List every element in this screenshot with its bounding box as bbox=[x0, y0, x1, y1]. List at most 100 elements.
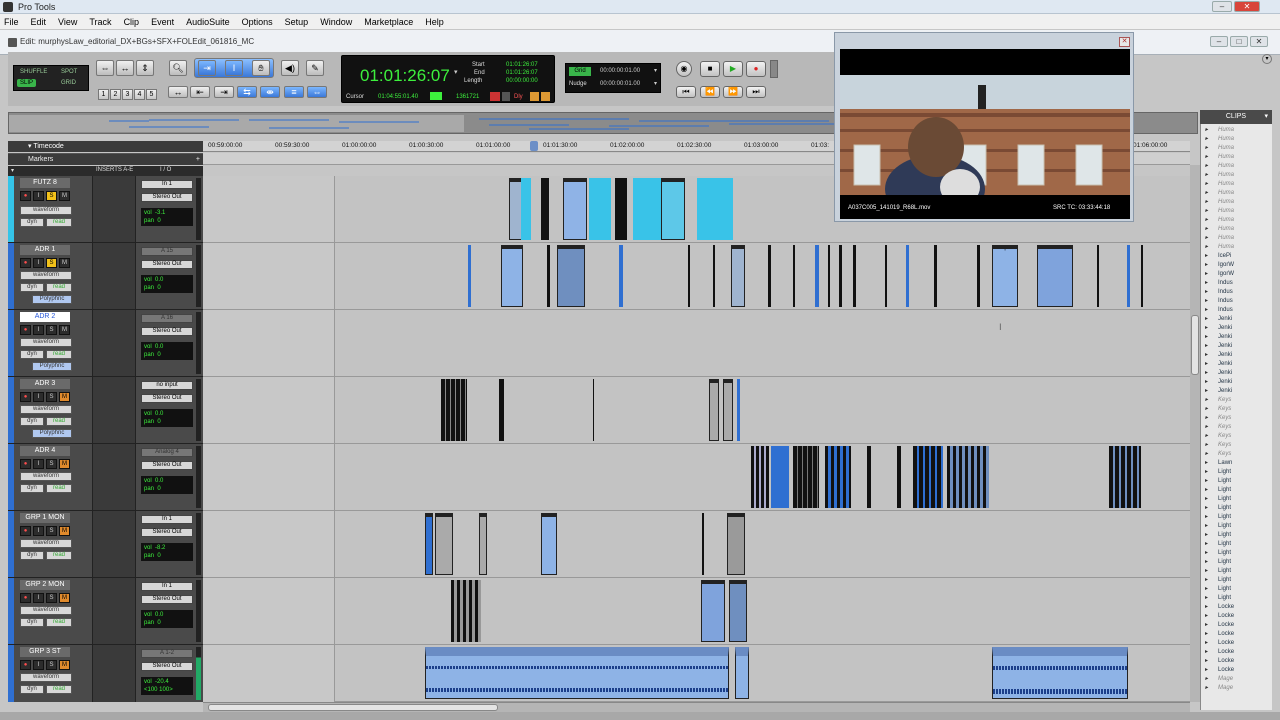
clip-list-item[interactable]: ▸ Locke bbox=[1205, 612, 1234, 619]
input-selector[interactable]: A 15 bbox=[141, 247, 193, 256]
expand-triangle-icon[interactable]: ▸ bbox=[1205, 658, 1208, 664]
clip-list-item[interactable]: ▸ Light bbox=[1205, 576, 1231, 583]
keyboard-focus-icon[interactable]: ≡ bbox=[284, 86, 304, 98]
lane-adr-1[interactable]: Murp bbox=[203, 243, 1190, 310]
expand-triangle-icon[interactable]: ▸ bbox=[1205, 352, 1208, 358]
clip-list-item[interactable]: ▸ Light bbox=[1205, 522, 1231, 529]
link-track-selection-icon[interactable]: ⇆ bbox=[237, 86, 257, 98]
mute-button[interactable]: M bbox=[59, 593, 70, 603]
output-selector[interactable]: Stereo Out bbox=[141, 461, 193, 470]
record-enable-button[interactable]: ● bbox=[20, 593, 31, 603]
zoom-preset-4[interactable]: 4 bbox=[134, 89, 145, 100]
record-enable-button[interactable]: ● bbox=[20, 258, 31, 268]
expand-triangle-icon[interactable]: ▸ bbox=[1205, 442, 1208, 448]
track-name[interactable]: ADR 2 bbox=[20, 312, 70, 322]
audio-clip[interactable] bbox=[977, 245, 980, 307]
output-selector[interactable]: Stereo Out bbox=[141, 260, 193, 269]
expand-triangle-icon[interactable]: ▸ bbox=[1205, 181, 1208, 187]
track-view-selector[interactable]: waveform bbox=[20, 206, 72, 215]
clip-list-item[interactable]: ▸ Locke bbox=[1205, 603, 1234, 610]
audio-clip[interactable]: Cr bbox=[735, 647, 749, 699]
audio-clip[interactable] bbox=[751, 446, 769, 508]
clip-list-item[interactable]: ▸ Indus bbox=[1205, 306, 1233, 313]
timecode-ruler-label[interactable]: ▾ Timecode bbox=[8, 141, 203, 152]
inserts-slot[interactable] bbox=[92, 377, 136, 443]
menu-marketplace[interactable]: Marketplace bbox=[364, 17, 413, 27]
solo-button[interactable]: S bbox=[46, 191, 57, 201]
inserts-slot[interactable] bbox=[92, 243, 136, 309]
track-list-icon[interactable]: ▾ bbox=[11, 167, 14, 174]
vol-pan-display[interactable]: vol -3.1 pan 0 bbox=[141, 208, 193, 226]
link-timeline-icon[interactable]: ⇥ bbox=[214, 86, 234, 98]
zoom-preset-3[interactable]: 3 bbox=[122, 89, 133, 100]
insertion-follows-playback-icon[interactable]: ⇼ bbox=[260, 86, 280, 98]
input-selector[interactable]: In 1 bbox=[141, 180, 193, 189]
audio-clip[interactable] bbox=[906, 245, 909, 307]
online-button-icon[interactable]: ◉ bbox=[676, 61, 692, 77]
clip-list-item[interactable]: ▸ Keys bbox=[1205, 405, 1231, 412]
scrubber-tool-icon[interactable]: ◀) bbox=[281, 60, 299, 76]
grabber-tool-icon[interactable]: ✋︎ bbox=[252, 60, 270, 76]
clip-list-item[interactable]: ▸ Jenki bbox=[1205, 342, 1232, 349]
close-window-button[interactable]: ✕ bbox=[1234, 1, 1260, 12]
main-timecode[interactable]: 01:01:26:07 bbox=[360, 66, 450, 86]
mute-button[interactable]: M bbox=[59, 660, 70, 670]
expand-triangle-icon[interactable]: ▸ bbox=[1205, 523, 1208, 529]
menu-clip[interactable]: Clip bbox=[124, 17, 140, 27]
vertical-scrollbar[interactable] bbox=[1190, 165, 1200, 702]
expand-triangle-icon[interactable]: ▸ bbox=[1205, 280, 1208, 286]
track-view-selector[interactable]: waveform bbox=[20, 472, 72, 481]
lane-adr-3[interactable]: S S bbox=[203, 377, 1190, 444]
audio-clip[interactable] bbox=[593, 379, 594, 441]
output-selector[interactable]: Stereo Out bbox=[141, 662, 193, 671]
audio-clip[interactable]: T bbox=[425, 513, 433, 575]
audio-clip[interactable] bbox=[825, 446, 851, 508]
track-view-selector[interactable]: waveform bbox=[20, 606, 72, 615]
spot-mode-button[interactable]: SPOT bbox=[58, 68, 80, 76]
expand-triangle-icon[interactable]: ▸ bbox=[1205, 415, 1208, 421]
clip-list-item[interactable]: ▸ Light bbox=[1205, 468, 1231, 475]
expand-triangle-icon[interactable]: ▸ bbox=[1205, 541, 1208, 547]
track-name[interactable]: GRP 1 MON bbox=[20, 513, 70, 523]
zoom-preset-5[interactable]: 5 bbox=[146, 89, 157, 100]
expand-triangle-icon[interactable]: ▸ bbox=[1205, 316, 1208, 322]
expand-triangle-icon[interactable]: ▸ bbox=[1205, 514, 1208, 520]
expand-triangle-icon[interactable]: ▸ bbox=[1205, 298, 1208, 304]
clip-list-item[interactable]: ▸ Locke bbox=[1205, 648, 1234, 655]
expand-triangle-icon[interactable]: ▸ bbox=[1205, 325, 1208, 331]
track-view-selector[interactable]: waveform bbox=[20, 539, 72, 548]
expand-triangle-icon[interactable]: ▸ bbox=[1205, 370, 1208, 376]
vol-pan-display[interactable]: vol 0.0 pan 0 bbox=[141, 409, 193, 427]
record-button-icon[interactable]: ● bbox=[746, 61, 766, 77]
horizontal-scrollbar[interactable] bbox=[203, 702, 1190, 712]
menu-track[interactable]: Track bbox=[89, 17, 111, 27]
automation-mode-selector[interactable]: read bbox=[46, 218, 72, 227]
mute-button[interactable]: M bbox=[59, 526, 70, 536]
clip-list-item[interactable]: ▸ Jenki bbox=[1205, 387, 1232, 394]
input-selector[interactable]: A 16 bbox=[141, 314, 193, 323]
track-name[interactable]: ADR 1 bbox=[20, 245, 70, 255]
audio-clip[interactable] bbox=[947, 446, 989, 508]
audio-clip[interactable] bbox=[771, 446, 789, 508]
counter-dropdown-icon[interactable]: ▾ bbox=[454, 68, 458, 76]
input-monitor-button[interactable]: I bbox=[33, 459, 44, 469]
expand-triangle-icon[interactable]: ▸ bbox=[1205, 577, 1208, 583]
clip-list-item[interactable]: ▸ Huma bbox=[1205, 135, 1234, 142]
vol-pan-display[interactable]: vol -8.2 pan 0 bbox=[141, 543, 193, 561]
output-selector[interactable]: Stereo Out bbox=[141, 327, 193, 336]
audio-clip[interactable] bbox=[557, 245, 585, 307]
expand-triangle-icon[interactable]: ▸ bbox=[1205, 460, 1208, 466]
fast-forward-button-icon[interactable]: ⏩ bbox=[723, 86, 743, 98]
input-selector[interactable]: no input bbox=[141, 381, 193, 390]
track-name[interactable]: GRP 2 MON bbox=[20, 580, 70, 590]
playhead-marker-icon[interactable] bbox=[530, 141, 538, 151]
audio-clip[interactable] bbox=[768, 245, 771, 307]
track-view-selector[interactable]: waveform bbox=[20, 271, 72, 280]
window-menu-icon[interactable]: ▾ bbox=[1262, 54, 1272, 64]
audio-clip[interactable] bbox=[521, 178, 531, 240]
mute-button[interactable]: M bbox=[59, 459, 70, 469]
clip-list-item[interactable]: ▸ Huma bbox=[1205, 216, 1234, 223]
audio-clip[interactable] bbox=[853, 245, 856, 307]
output-selector[interactable]: Stereo Out bbox=[141, 394, 193, 403]
expand-triangle-icon[interactable]: ▸ bbox=[1205, 631, 1208, 637]
